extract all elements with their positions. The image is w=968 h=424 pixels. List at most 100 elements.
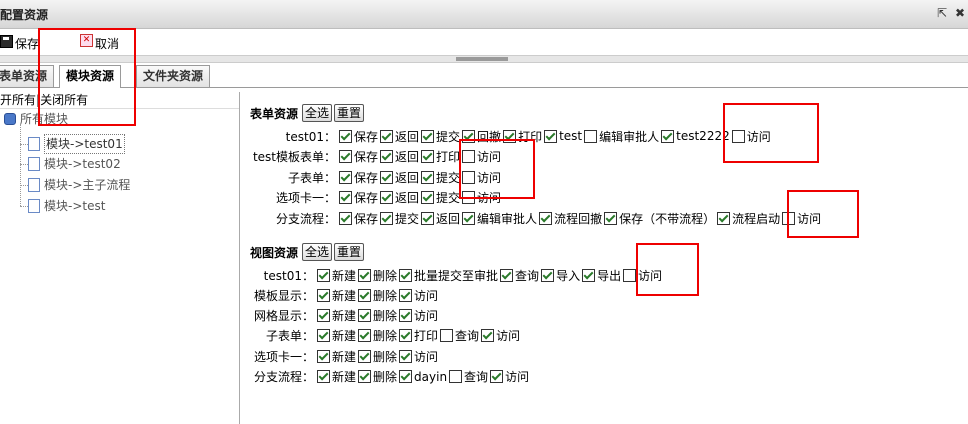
checkbox-box[interactable] (717, 211, 731, 225)
checkbox-box[interactable] (317, 349, 330, 363)
checkbox-box[interactable] (399, 309, 413, 323)
permission-checkbox[interactable]: 访问 (399, 307, 438, 324)
checkbox-box[interactable] (490, 370, 504, 383)
form-reset-button[interactable]: 重置 (334, 104, 365, 122)
permission-checkbox[interactable]: 新建 (317, 287, 356, 304)
checkbox-box[interactable] (317, 268, 330, 282)
tree-item[interactable]: 模块->主子流程 (28, 176, 130, 194)
checkbox-box[interactable] (358, 309, 372, 323)
checkbox-box[interactable] (440, 329, 454, 343)
checkbox-box[interactable] (584, 129, 598, 143)
permission-checkbox[interactable]: 删除 (358, 287, 397, 304)
checkbox-box[interactable] (339, 129, 352, 143)
view-reset-button[interactable]: 重置 (334, 243, 365, 261)
popout-icon[interactable]: ⇱ (937, 6, 947, 20)
permission-checkbox[interactable]: 编辑审批人 (584, 128, 659, 145)
permission-checkbox[interactable]: 删除 (358, 327, 397, 344)
checkbox-box[interactable] (358, 288, 372, 302)
permission-checkbox[interactable]: 返回 (380, 169, 419, 186)
checkbox-box[interactable] (380, 211, 394, 225)
save-button[interactable]: 保存 (0, 35, 39, 52)
checkbox-box[interactable] (541, 268, 555, 282)
permission-checkbox[interactable]: 导入 (541, 267, 580, 284)
checkbox-box[interactable] (544, 129, 558, 143)
tree-item-label[interactable]: 模块->test02 (44, 155, 121, 173)
permission-checkbox[interactable]: 访问 (399, 287, 438, 304)
splitter-bar[interactable] (0, 55, 968, 63)
checkbox-box[interactable] (317, 309, 330, 323)
permission-checkbox[interactable]: 访问 (490, 368, 529, 385)
checkbox-box[interactable] (500, 268, 514, 282)
checkbox-box[interactable] (380, 150, 394, 163)
permission-checkbox[interactable]: 保存 (339, 169, 378, 186)
close-icon[interactable]: ✖ (955, 6, 965, 20)
checkbox-box[interactable] (339, 191, 352, 204)
checkbox-box[interactable] (339, 170, 352, 184)
permission-checkbox[interactable]: 流程启动 (717, 210, 780, 227)
permission-checkbox[interactable]: 查询 (440, 327, 479, 344)
tree-item[interactable]: 模块->test02 (28, 155, 121, 173)
checkbox-box[interactable] (317, 370, 330, 383)
permission-checkbox[interactable]: 新建 (317, 327, 356, 344)
permission-checkbox[interactable]: 提交 (380, 210, 419, 227)
checkbox-box[interactable] (358, 329, 372, 343)
checkbox-box[interactable] (317, 288, 330, 302)
splitter-grip[interactable] (456, 57, 508, 61)
checkbox-box[interactable] (421, 191, 435, 204)
permission-checkbox[interactable]: 打印 (399, 327, 438, 344)
checkbox-box[interactable] (604, 211, 618, 225)
permission-checkbox[interactable]: 访问 (481, 327, 520, 344)
permission-checkbox[interactable]: 新建 (317, 368, 356, 385)
checkbox-box[interactable] (623, 268, 637, 282)
permission-checkbox[interactable]: 删除 (358, 348, 397, 365)
checkbox-box[interactable] (358, 370, 372, 383)
permission-checkbox[interactable]: 访问 (399, 348, 438, 365)
tree-item-label[interactable]: 模块->主子流程 (44, 176, 130, 194)
checkbox-box[interactable] (380, 191, 394, 204)
checkbox-box[interactable] (582, 268, 596, 282)
checkbox-box[interactable] (380, 170, 394, 184)
checkbox-box[interactable] (399, 370, 413, 383)
checkbox-box[interactable] (339, 150, 352, 163)
checkbox-box[interactable] (462, 211, 476, 225)
permission-checkbox[interactable]: 编辑审批人 (462, 210, 537, 227)
permission-checkbox[interactable]: 返回 (380, 148, 419, 165)
form-select-all-button[interactable]: 全选 (302, 104, 333, 122)
permission-checkbox[interactable]: 查询 (500, 267, 539, 284)
tree-item-label[interactable]: 模块->test01 (44, 134, 125, 154)
checkbox-box[interactable] (358, 268, 372, 282)
permission-checkbox[interactable]: 返回 (380, 189, 419, 206)
expand-all-link[interactable]: 开所有 (0, 93, 36, 107)
permission-checkbox[interactable]: 导出 (582, 267, 621, 284)
checkbox-box[interactable] (380, 129, 394, 143)
permission-checkbox[interactable]: 提交 (421, 128, 460, 145)
permission-checkbox[interactable]: 删除 (358, 368, 397, 385)
permission-checkbox[interactable]: 保存 (339, 148, 378, 165)
checkbox-box[interactable] (339, 211, 352, 225)
checkbox-box[interactable] (539, 211, 553, 225)
permission-checkbox[interactable]: 返回 (380, 128, 419, 145)
checkbox-box[interactable] (358, 349, 372, 363)
tree-item-label[interactable]: 模块->test (44, 197, 105, 215)
permission-checkbox[interactable]: 新建 (317, 348, 356, 365)
checkbox-box[interactable] (421, 150, 435, 163)
permission-checkbox[interactable]: 批量提交至审批 (399, 267, 498, 284)
checkbox-box[interactable] (661, 129, 675, 143)
permission-checkbox[interactable]: 流程回撤 (539, 210, 602, 227)
permission-checkbox[interactable]: dayin (399, 370, 447, 384)
checkbox-box[interactable] (399, 268, 413, 282)
permission-checkbox[interactable]: 保存 (339, 189, 378, 206)
permission-checkbox[interactable]: 返回 (421, 210, 460, 227)
checkbox-box[interactable] (421, 211, 435, 225)
permission-checkbox[interactable]: test (544, 129, 582, 143)
checkbox-box[interactable] (481, 329, 495, 343)
permission-checkbox[interactable]: 保存（不带流程） (604, 210, 715, 227)
checkbox-box[interactable] (449, 370, 463, 383)
view-select-all-button[interactable]: 全选 (302, 243, 333, 261)
checkbox-box[interactable] (317, 329, 330, 343)
checkbox-box[interactable] (421, 170, 435, 184)
tree-item[interactable]: 模块->test (28, 197, 105, 215)
permission-checkbox[interactable]: 删除 (358, 267, 397, 284)
permission-checkbox[interactable]: 新建 (317, 307, 356, 324)
permission-checkbox[interactable]: test2222 (661, 129, 730, 143)
